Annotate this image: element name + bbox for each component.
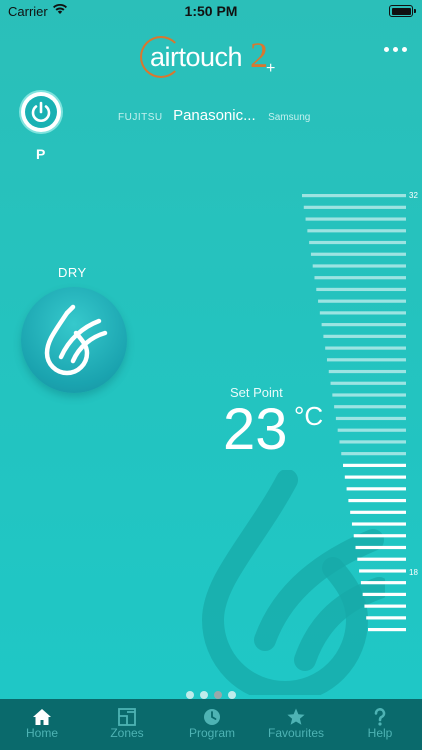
scale-bar — [328, 369, 406, 374]
tab-program[interactable]: Program — [170, 699, 254, 750]
brand-option-selected[interactable]: Panasonic... — [173, 107, 256, 124]
set-point-unit: °C — [294, 401, 324, 431]
tab-zones[interactable]: Zones — [84, 699, 170, 750]
scale-bar — [346, 487, 406, 491]
more-dot-icon — [402, 47, 407, 52]
question-icon — [374, 708, 386, 726]
scale-bar — [350, 510, 406, 514]
scale-max-label: 32 — [409, 191, 418, 200]
scale-bar — [314, 276, 406, 280]
scale-bar — [318, 299, 406, 303]
zones-icon — [118, 708, 136, 726]
tab-label: Home — [25, 726, 58, 740]
water-drop-icon — [44, 304, 108, 376]
scale-bar — [360, 581, 406, 585]
scale-bar — [366, 616, 406, 620]
brand-option-samsung[interactable]: Samsung — [268, 112, 310, 123]
power-icon — [31, 101, 51, 122]
more-dot-icon — [393, 47, 398, 52]
scale-bar — [364, 604, 406, 608]
page-dot[interactable] — [200, 691, 208, 699]
tab-bar: Home Zones Program Favourites Help — [0, 699, 422, 750]
scale-bar — [316, 287, 406, 292]
scale-bar — [344, 475, 406, 479]
scale-bar — [359, 569, 406, 573]
page-dot[interactable] — [186, 691, 194, 699]
scale-bar — [348, 498, 406, 503]
page-dot[interactable] — [214, 691, 222, 699]
scale-bar — [339, 440, 406, 444]
more-dot-icon — [384, 47, 389, 52]
scale-bar — [357, 557, 406, 561]
brand-selector[interactable]: FUJITSU Panasonic... Samsung — [118, 107, 310, 125]
tab-label: Program — [188, 726, 235, 740]
scale-bar — [305, 217, 406, 221]
status-bar: Carrier 1:50 PM — [0, 0, 422, 22]
tab-home[interactable]: Home — [0, 699, 84, 750]
star-icon — [287, 708, 305, 725]
scale-bar — [309, 240, 406, 245]
scale-bar — [323, 334, 406, 338]
scale-bar — [302, 194, 406, 198]
home-icon — [33, 709, 51, 725]
tab-help[interactable]: Help — [338, 699, 422, 750]
scale-bar — [334, 405, 406, 409]
power-label: P — [36, 146, 46, 162]
scale-bar — [341, 452, 406, 456]
tab-label: Help — [367, 726, 393, 740]
scale-bar — [330, 381, 406, 385]
clock-time: 1:50 PM — [184, 3, 238, 19]
scale-bar — [353, 534, 406, 538]
scale-bar — [325, 346, 406, 350]
page-dot[interactable] — [228, 691, 236, 699]
mode-button[interactable] — [21, 287, 127, 393]
scale-bar — [351, 522, 406, 526]
power-button[interactable] — [21, 92, 61, 132]
scale-bar — [337, 428, 406, 432]
tab-favourites[interactable]: Favourites — [254, 699, 338, 750]
logo-text: airtouch — [150, 42, 243, 72]
scale-bar — [303, 205, 406, 209]
power-button-inner — [25, 96, 57, 128]
scale-bar — [368, 628, 406, 632]
mode-label: DRY — [58, 265, 87, 280]
brand-option-fujitsu[interactable]: FUJITSU — [118, 112, 163, 123]
set-point-value: 23 — [223, 397, 288, 462]
scale-bar — [355, 545, 406, 550]
scale-bar — [362, 592, 406, 597]
scale-bar — [343, 463, 406, 467]
scale-bar — [321, 323, 406, 327]
clock-icon — [204, 709, 220, 725]
logo-plus: + — [266, 60, 276, 77]
scale-bar — [326, 358, 406, 362]
scale-bar — [335, 416, 406, 421]
battery-icon — [389, 5, 416, 17]
scale-bar — [307, 229, 406, 233]
more-options-button[interactable] — [384, 44, 408, 56]
scale-bar — [312, 264, 406, 268]
scale-min-label: 18 — [409, 568, 418, 577]
airtouch-logo: airtouch 2 + — [140, 28, 280, 78]
tab-label: Favourites — [267, 726, 325, 740]
tab-label: Zones — [110, 726, 144, 740]
scale-bar — [332, 393, 406, 397]
scale-bar — [319, 311, 406, 315]
scale-bar — [310, 252, 406, 256]
